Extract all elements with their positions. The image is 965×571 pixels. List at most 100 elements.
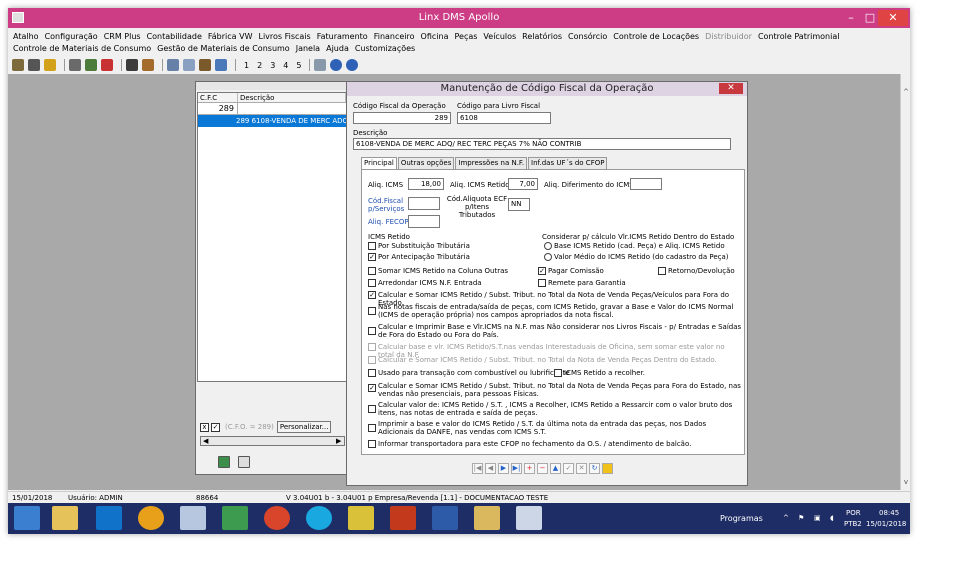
checkbox-box[interactable] [368, 327, 376, 335]
menu-item[interactable]: Controle de Locações [613, 31, 699, 43]
vertical-scrollbar[interactable]: ^ v [900, 74, 910, 490]
aliquota-ecf-input[interactable]: NN [508, 198, 530, 211]
edit-icon[interactable] [142, 59, 154, 71]
option-7-checkbox[interactable]: ✓ Calcular e Somar ICMS Retido / Subst. T… [368, 382, 742, 398]
refresh-icon[interactable] [330, 59, 343, 71]
car-icon[interactable] [101, 59, 113, 71]
menu-item[interactable]: Controle de Materiais de Consumo [13, 43, 151, 55]
cascade-icon[interactable] [215, 59, 227, 71]
tab-outras-opcoes[interactable]: Outras opções [397, 157, 455, 169]
tray-time[interactable]: 08:45 [879, 509, 899, 517]
checkbox-box[interactable]: ✓ [368, 253, 376, 261]
post-record-icon[interactable]: ✓ [563, 463, 574, 474]
next-record-icon[interactable]: ▶ [498, 463, 509, 474]
tray-date[interactable]: 15/01/2018 [866, 520, 906, 528]
tab-impressoes[interactable]: Impressões na N.F. [455, 157, 528, 169]
outlook-icon[interactable] [96, 506, 122, 530]
word-icon[interactable] [432, 506, 458, 530]
cod-fiscal-servicos-input[interactable] [408, 197, 440, 210]
excel-icon[interactable] [218, 456, 230, 468]
checkbox-box[interactable] [368, 405, 376, 413]
skype-icon[interactable] [306, 506, 332, 530]
team-icon[interactable] [85, 59, 97, 71]
option-10-checkbox[interactable]: Informar transportadora para este CFOP n… [368, 440, 742, 448]
insert-record-icon[interactable]: + [524, 463, 535, 474]
building-icon[interactable] [12, 59, 24, 71]
menu-item[interactable]: Faturamento [317, 31, 368, 43]
menu-item[interactable]: Janela [296, 43, 320, 55]
checkbox-box[interactable] [368, 356, 376, 364]
table-row[interactable]: 289 6108-VENDA DE MERC ADQ/ [198, 115, 346, 127]
tray-flag-icon[interactable]: ⚑ [798, 514, 804, 522]
menu-item[interactable]: Livros Fiscais [258, 31, 310, 43]
prev-record-icon[interactable]: ◀ [485, 463, 496, 474]
option-2-checkbox[interactable]: Nas notas fiscais de entrada/saída de pe… [368, 303, 742, 319]
help-icon[interactable] [346, 59, 359, 71]
menu-item[interactable]: Distribuidor [705, 31, 752, 43]
option-6b-checkbox[interactable]: ICMS Retido a recolher. [554, 369, 645, 377]
menu-item[interactable]: Contabilidade [147, 31, 202, 43]
explorer-icon[interactable] [52, 506, 78, 530]
filter-descricao-input[interactable] [238, 103, 346, 114]
menu-item[interactable]: Oficina [421, 31, 449, 43]
scroll-left-icon[interactable]: ◀ [203, 437, 208, 445]
filter-x-checkbox[interactable]: x [200, 422, 209, 432]
aliq-fecop-input[interactable] [408, 215, 440, 228]
maximize-button[interactable]: □ [862, 10, 878, 26]
home-icon[interactable] [199, 59, 211, 71]
dms-icon[interactable] [390, 506, 416, 530]
column-cfc[interactable]: C.F.C [198, 93, 238, 102]
menu-item[interactable]: Atalho [13, 31, 39, 43]
checkbox-box[interactable]: ✓ [368, 384, 376, 392]
checkbox-box[interactable] [368, 424, 376, 432]
remete-garantia-checkbox[interactable]: Remete para Garantia [538, 279, 626, 287]
retorno-checkbox[interactable]: Retorno/Devolução [658, 267, 735, 275]
tab-inf-uf[interactable]: Inf.das UF´s do CFOP [528, 157, 608, 169]
menu-item[interactable]: Consórcio [568, 31, 607, 43]
column-descricao[interactable]: Descrição [238, 93, 346, 102]
window-app-icon[interactable] [516, 506, 542, 530]
filter-cfc-input[interactable]: 289 [198, 103, 238, 114]
app-arrow-icon[interactable] [222, 506, 248, 530]
form-close-button[interactable]: ✕ [719, 83, 743, 94]
checkbox-box[interactable]: ✓ [538, 267, 546, 275]
checkbox-box[interactable] [554, 369, 562, 377]
option-8-checkbox[interactable]: Calcular valor de: ICMS Retido / S.T. , … [368, 401, 742, 417]
tray-network-icon[interactable]: ▣ [814, 514, 821, 522]
menu-item[interactable]: Ajuda [326, 43, 349, 55]
menu-item[interactable]: Gestão de Materiais de Consumo [157, 43, 290, 55]
aliq-retido-input[interactable]: 7,00 [508, 178, 538, 190]
menu-item[interactable]: Customizações [355, 43, 415, 55]
tools-icon[interactable] [69, 59, 81, 71]
checkbox-box[interactable] [368, 440, 376, 448]
scroll-down-icon[interactable]: v [902, 478, 910, 486]
last-record-icon[interactable]: ▶| [511, 463, 522, 474]
pagar-comissao-checkbox[interactable]: ✓ Pagar Comissão [538, 267, 604, 275]
window-4-button[interactable]: 4 [283, 61, 288, 70]
menu-item[interactable]: Relatórios [522, 31, 562, 43]
checkbox-box[interactable] [368, 267, 376, 275]
tray-chevron-icon[interactable]: ^ [783, 514, 789, 522]
tray-lang-2[interactable]: PTB2 [844, 520, 862, 528]
por-substituicao-checkbox[interactable]: Por Substituição Tributária [368, 242, 470, 250]
personalizar-button[interactable]: Personalizar... [276, 421, 332, 433]
checkbox-box[interactable] [538, 279, 546, 287]
chrome-icon[interactable] [138, 506, 164, 530]
scroll-up-icon[interactable]: ^ [902, 88, 910, 96]
network-icon[interactable] [180, 506, 206, 530]
option-6-checkbox[interactable]: Usado para transação com combustível ou … [368, 369, 570, 377]
filter-check-checkbox[interactable]: ✓ [211, 422, 220, 432]
exit-door-icon[interactable] [602, 463, 613, 474]
tray-volume-icon[interactable]: ◖ [830, 514, 834, 522]
close-button[interactable]: ✕ [878, 10, 908, 26]
menu-item[interactable]: CRM Plus [104, 31, 141, 43]
window-1-button[interactable]: 1 [244, 61, 249, 70]
cancel-record-icon[interactable]: ✕ [576, 463, 587, 474]
codigo-fiscal-input[interactable]: 289 [353, 112, 451, 124]
tile-icon[interactable] [183, 59, 195, 71]
checkbox-box[interactable] [368, 369, 376, 377]
option-3-checkbox[interactable]: Calcular e Imprimir Base e Vlr.ICMS na N… [368, 323, 742, 339]
menu-item[interactable]: Configuração [45, 31, 98, 43]
programas-label[interactable]: Programas [720, 514, 763, 523]
document-icon[interactable] [314, 59, 327, 71]
